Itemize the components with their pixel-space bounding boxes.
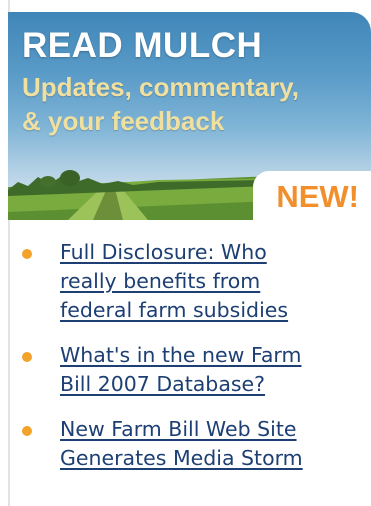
- news-list: Full Disclosure: Who really benefits fro…: [18, 238, 368, 489]
- bullet-icon: [22, 352, 32, 362]
- banner-subtitle-line2: & your feedback: [22, 106, 225, 136]
- banner-title: READ MULCH: [22, 26, 263, 65]
- news-link-full-disclosure[interactable]: Full Disclosure: Who really benefits fro…: [60, 238, 368, 325]
- list-item: Full Disclosure: Who really benefits fro…: [18, 238, 368, 325]
- link-line: New Farm Bill Web Site: [60, 417, 297, 441]
- read-mulch-banner[interactable]: READ MULCH Updates, commentary, & your f…: [8, 12, 371, 220]
- list-item: What's in the new Farm Bill 2007 Databas…: [18, 341, 368, 399]
- news-link-media-storm[interactable]: New Farm Bill Web Site Generates Media S…: [60, 415, 368, 473]
- new-badge: NEW!: [253, 171, 371, 220]
- link-line: What's in the new Farm: [60, 343, 302, 367]
- link-line: Bill 2007 Database?: [60, 372, 266, 396]
- banner-subtitle-line1: Updates, commentary,: [22, 72, 299, 102]
- mulch-widget: READ MULCH Updates, commentary, & your f…: [0, 0, 371, 506]
- news-link-farm-bill-database[interactable]: What's in the new Farm Bill 2007 Databas…: [60, 341, 368, 399]
- link-line: really benefits from: [60, 269, 261, 293]
- link-line: Full Disclosure: Who: [60, 240, 267, 264]
- bullet-icon: [22, 426, 32, 436]
- new-badge-label: NEW!: [276, 179, 359, 214]
- list-item: New Farm Bill Web Site Generates Media S…: [18, 415, 368, 473]
- link-line: federal farm subsidies: [60, 298, 289, 322]
- bullet-icon: [22, 249, 32, 259]
- link-line: Generates Media Storm: [60, 446, 303, 470]
